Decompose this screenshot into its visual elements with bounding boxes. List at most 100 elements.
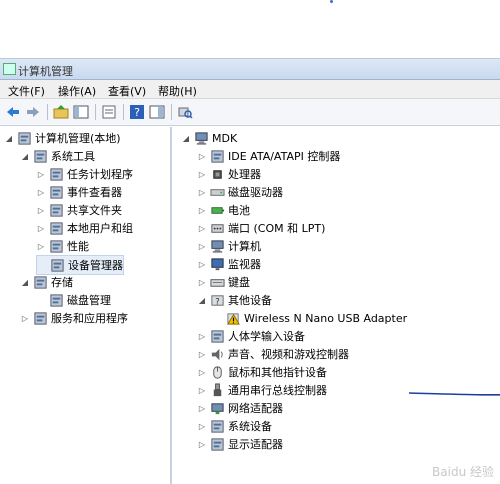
expand-arrow-icon[interactable]: ▷ — [197, 242, 207, 251]
tree-item-label: 计算机 — [228, 240, 261, 253]
up-folder-icon[interactable] — [52, 103, 70, 121]
expand-arrow-icon[interactable]: ▷ — [197, 188, 207, 197]
blue-dot — [330, 0, 333, 3]
tree-item-label: MDK — [212, 131, 238, 145]
users-icon — [48, 220, 64, 236]
computer-icon — [193, 130, 209, 146]
properties-icon[interactable] — [100, 103, 118, 121]
tree-item[interactable]: ▷ 系统设备 — [197, 417, 272, 435]
app-icon — [3, 63, 16, 75]
computer-management-window: 计算机管理 文件(F) 操作(A) 查看(V) 帮助(H) ? ◢ 计算机管理(… — [0, 58, 500, 484]
tree-item[interactable]: ◢? 其他设备 — [197, 291, 272, 309]
tree-item[interactable]: ▷ 键盘 — [197, 273, 250, 291]
forward-arrow-icon[interactable] — [24, 103, 42, 121]
expand-arrow-icon[interactable]: ▷ — [197, 386, 207, 395]
expand-arrow-icon[interactable]: ▷ — [197, 350, 207, 359]
collapse-arrow-icon[interactable]: ◢ — [20, 152, 30, 161]
collapse-arrow-icon[interactable]: ◢ — [4, 134, 14, 143]
collapse-arrow-icon[interactable]: ◢ — [181, 134, 191, 143]
tree-item-label: 电池 — [228, 204, 250, 217]
tree-item[interactable]: ▷ 电池 — [197, 201, 250, 219]
tree-item-label: 事件查看器 — [67, 186, 122, 199]
tree-item-label: 设备管理器 — [68, 259, 123, 272]
expand-arrow-icon[interactable]: ▷ — [197, 170, 207, 179]
tree-item[interactable]: ▷ 通用串行总线控制器 — [197, 381, 327, 399]
tree-item[interactable]: ▷ 人体学输入设备 — [197, 327, 305, 345]
tree-item-label: 任务计划程序 — [67, 168, 133, 181]
expand-arrow-icon[interactable]: ▷ — [197, 404, 207, 413]
tree-item-label: 系统工具 — [51, 150, 95, 163]
console-tree-pane: ◢ 计算机管理(本地) ◢ 系统工具 ▷ 任务计划程序 ▷ 事件查看器 ▷ 共享文件夹 ▷ 本地用户和… — [0, 127, 172, 484]
tree-item[interactable]: ▷ 服务和应用程序 — [20, 309, 128, 327]
expand-arrow-icon[interactable]: ▷ — [36, 206, 46, 215]
tree-item[interactable]: ◢ MDK — [181, 129, 237, 147]
tree-item[interactable]: ▷ 性能 — [36, 237, 89, 255]
computer-icon — [209, 238, 225, 254]
tree-item[interactable]: ▷ 鼠标和其他指针设备 — [197, 363, 327, 381]
expand-arrow-icon[interactable]: ▷ — [36, 224, 46, 233]
expand-arrow-icon[interactable]: ▷ — [197, 260, 207, 269]
tree-item[interactable]: ▷ 端口 (COM 和 LPT) — [197, 219, 325, 237]
tree-item-label: 监视器 — [228, 258, 261, 271]
expand-arrow-icon[interactable]: ▷ — [197, 278, 207, 287]
expand-arrow-icon[interactable]: ▷ — [197, 440, 207, 449]
tree-item[interactable]: ▷ 磁盘驱动器 — [197, 183, 283, 201]
tree-item-label: 网络适配器 — [228, 402, 283, 415]
menu-view[interactable]: 查看(V) — [108, 83, 146, 99]
tree-item-label: 共享文件夹 — [67, 204, 122, 217]
port-icon — [209, 220, 225, 236]
expand-arrow-icon[interactable]: ▷ — [197, 422, 207, 431]
expand-arrow-icon[interactable]: ▷ — [20, 314, 30, 323]
tree-item[interactable]: ◢ 存储 — [20, 273, 73, 291]
menu-file[interactable]: 文件(F) — [8, 83, 45, 99]
tree-item[interactable]: ▷ 计算机 — [197, 237, 261, 255]
tree-item-label: 性能 — [67, 240, 89, 253]
show-hide-tree-icon[interactable] — [72, 103, 90, 121]
tree-item-label: 显示适配器 — [228, 438, 283, 451]
battery-icon — [209, 202, 225, 218]
expand-arrow-icon[interactable]: ▷ — [36, 188, 46, 197]
tree-item[interactable]: 磁盘管理 — [36, 291, 111, 309]
menu-help[interactable]: 帮助(H) — [158, 83, 197, 99]
scan-hardware-icon[interactable] — [176, 103, 194, 121]
collapse-arrow-icon[interactable]: ◢ — [20, 278, 30, 287]
tree-item[interactable]: ▷ 网络适配器 — [197, 399, 283, 417]
tree-item[interactable]: ▷ 声音、视频和游戏控制器 — [197, 345, 349, 363]
expand-arrow-icon[interactable]: ▷ — [197, 332, 207, 341]
action-pane-icon[interactable] — [148, 103, 166, 121]
services-icon — [32, 310, 48, 326]
storage-icon — [32, 274, 48, 290]
tree-item[interactable]: ▷ 共享文件夹 — [36, 201, 122, 219]
window-title: 计算机管理 — [18, 65, 73, 78]
tree-item[interactable]: ▷ 处理器 — [197, 165, 261, 183]
tree-item[interactable]: ◢ 系统工具 — [20, 147, 95, 165]
tree-item[interactable]: ▷ 本地用户和组 — [36, 219, 133, 237]
tree-item[interactable]: ◢ 计算机管理(本地) — [4, 129, 121, 147]
back-arrow-icon[interactable] — [4, 103, 22, 121]
expand-arrow-icon[interactable]: ▷ — [197, 206, 207, 215]
expand-arrow-icon[interactable]: ▷ — [197, 152, 207, 161]
expand-arrow-icon[interactable]: ▷ — [36, 242, 46, 251]
tree-item-label: 磁盘管理 — [67, 294, 111, 307]
tree-item-label: 计算机管理(本地) — [35, 132, 121, 145]
tree-item[interactable]: ▷ 显示适配器 — [197, 435, 283, 453]
event-viewer-icon — [48, 184, 64, 200]
tree-item[interactable]: ▷ 事件查看器 — [36, 183, 122, 201]
shared-folder-icon — [48, 202, 64, 218]
help-icon[interactable]: ? — [128, 103, 146, 121]
tree-item[interactable]: 设备管理器 — [36, 255, 124, 275]
tree-item[interactable]: ▷ 任务计划程序 — [36, 165, 133, 183]
disk-drive-icon — [209, 184, 225, 200]
expand-arrow-icon[interactable]: ▷ — [197, 368, 207, 377]
svg-text:?: ? — [215, 296, 219, 306]
menu-bar: 文件(F) 操作(A) 查看(V) 帮助(H) — [0, 80, 500, 99]
expand-arrow-icon[interactable]: ▷ — [36, 170, 46, 179]
menu-action[interactable]: 操作(A) — [58, 83, 96, 99]
keyboard-icon — [209, 274, 225, 290]
tree-item[interactable]: ▷ IDE ATA/ATAPI 控制器 — [197, 147, 340, 165]
expand-arrow-icon[interactable]: ▷ — [197, 224, 207, 233]
tree-item[interactable]: Wireless N Nano USB Adapter — [213, 309, 407, 327]
tree-item[interactable]: ▷ 监视器 — [197, 255, 261, 273]
collapse-arrow-icon[interactable]: ◢ — [197, 296, 207, 305]
tree-item-label: 鼠标和其他指针设备 — [228, 366, 327, 379]
